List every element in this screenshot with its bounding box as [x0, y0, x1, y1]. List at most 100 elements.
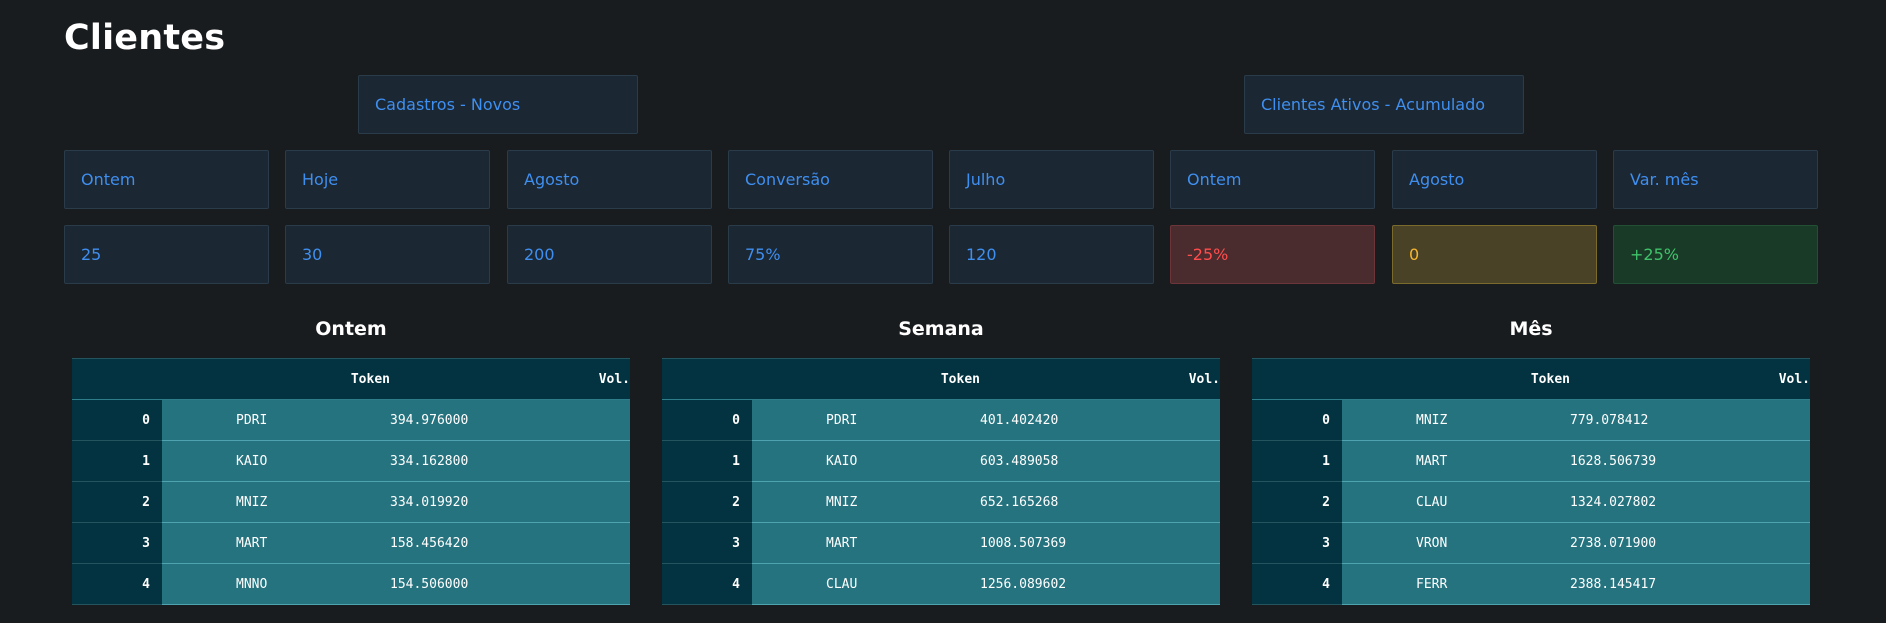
row-vol: 394.976000: [390, 399, 630, 441]
row-token: MNIZ: [1342, 399, 1570, 441]
row-token: VRON: [1342, 522, 1570, 564]
table-row: 3 VRON 2738.071900: [1252, 522, 1810, 564]
header-token: Token: [1342, 358, 1570, 400]
table-row: 2 MNIZ 652.165268: [662, 481, 1220, 523]
row-token: MART: [162, 522, 390, 564]
row-index: 2: [72, 481, 162, 523]
row-vol: 1324.027802: [1570, 481, 1810, 523]
table-row: 3 MART 1008.507369: [662, 522, 1220, 564]
metric-value-ativos-agosto: 0: [1392, 225, 1597, 284]
table-row: 0 PDRI 394.976000: [72, 399, 630, 441]
row-index: 3: [1252, 522, 1342, 564]
table-row: 0 MNIZ 779.078412: [1252, 399, 1810, 441]
volume-table-mes: Token Vol. 0 MNIZ 779.078412 1 MART 1628.506…: [1252, 358, 1810, 605]
table-block-mes: Mês Token Vol. 0 MNIZ 779.078412 1 MART 1628…: [1252, 314, 1810, 605]
header-index: [662, 358, 752, 400]
metric-value-julho: 120: [949, 225, 1154, 284]
row-vol: 154.506000: [390, 563, 630, 605]
row-token: CLAU: [1342, 481, 1570, 523]
row-index: 4: [72, 563, 162, 605]
row-index: 2: [662, 481, 752, 523]
table-block-ontem: Ontem Token Vol. 0 PDRI 394.976000 1 KAIO 33…: [72, 314, 630, 605]
row-token: FERR: [1342, 563, 1570, 605]
metric-label-conversao: Conversão: [728, 150, 933, 209]
row-vol: 334.019920: [390, 481, 630, 523]
table-row: 4 FERR 2388.145417: [1252, 563, 1810, 605]
row-index: 2: [1252, 481, 1342, 523]
row-token: KAIO: [752, 440, 980, 482]
row-token: MNNO: [162, 563, 390, 605]
row-vol: 1628.506739: [1570, 440, 1810, 482]
table-row: 2 MNIZ 334.019920: [72, 481, 630, 523]
volume-table-ontem: Token Vol. 0 PDRI 394.976000 1 KAIO 334.1628…: [72, 358, 630, 605]
metric-value-hoje: 30: [285, 225, 490, 284]
row-vol: 603.489058: [980, 440, 1220, 482]
table-row: 1 MART 1628.506739: [1252, 440, 1810, 482]
section-header-ativos: Clientes Ativos - Acumulado: [1244, 75, 1524, 134]
metric-value-var-mes: +25%: [1613, 225, 1818, 284]
table-row: 2 CLAU 1324.027802: [1252, 481, 1810, 523]
row-token: PDRI: [162, 399, 390, 441]
row-vol: 2388.145417: [1570, 563, 1810, 605]
row-index: 0: [662, 399, 752, 441]
table-header-row: Token Vol.: [1252, 358, 1810, 400]
row-index: 0: [1252, 399, 1342, 441]
header-index: [72, 358, 162, 400]
row-token: MNIZ: [752, 481, 980, 523]
header-vol: Vol.: [1570, 358, 1810, 400]
row-token: CLAU: [752, 563, 980, 605]
table-row: 3 MART 158.456420: [72, 522, 630, 564]
row-token: MNIZ: [162, 481, 390, 523]
row-index: 3: [662, 522, 752, 564]
row-index: 0: [72, 399, 162, 441]
metric-value-ativos-ontem: -25%: [1170, 225, 1375, 284]
table-title: Ontem: [315, 318, 387, 340]
metric-label-ontem: Ontem: [64, 150, 269, 209]
row-vol: 779.078412: [1570, 399, 1810, 441]
table-row: 4 MNNO 154.506000: [72, 563, 630, 605]
table-header-row: Token Vol.: [72, 358, 630, 400]
row-token: KAIO: [162, 440, 390, 482]
row-index: 1: [1252, 440, 1342, 482]
table-header-row: Token Vol.: [662, 358, 1220, 400]
table-row: 1 KAIO 603.489058: [662, 440, 1220, 482]
metric-label-ativos-ontem: Ontem: [1170, 150, 1375, 209]
metric-label-var-mes: Var. mês: [1613, 150, 1818, 209]
row-index: 1: [72, 440, 162, 482]
metric-value-conversao: 75%: [728, 225, 933, 284]
header-index: [1252, 358, 1342, 400]
metric-value-ontem: 25: [64, 225, 269, 284]
row-vol: 158.456420: [390, 522, 630, 564]
section-header-cadastros: Cadastros - Novos: [358, 75, 638, 134]
header-vol: Vol.: [980, 358, 1220, 400]
row-vol: 401.402420: [980, 399, 1220, 441]
metric-label-hoje: Hoje: [285, 150, 490, 209]
table-row: 0 PDRI 401.402420: [662, 399, 1220, 441]
volume-table-semana: Token Vol. 0 PDRI 401.402420 1 KAIO 603.4890…: [662, 358, 1220, 605]
row-index: 4: [662, 563, 752, 605]
header-vol: Vol.: [390, 358, 630, 400]
header-token: Token: [162, 358, 390, 400]
table-block-semana: Semana Token Vol. 0 PDRI 401.402420 1 KAIO 6…: [662, 314, 1220, 605]
row-vol: 1008.507369: [980, 522, 1220, 564]
row-token: MART: [752, 522, 980, 564]
row-vol: 2738.071900: [1570, 522, 1810, 564]
row-token: MART: [1342, 440, 1570, 482]
page-title: Clientes: [64, 18, 226, 58]
table-row: 4 CLAU 1256.089602: [662, 563, 1220, 605]
row-vol: 1256.089602: [980, 563, 1220, 605]
metric-label-ativos-agosto: Agosto: [1392, 150, 1597, 209]
row-index: 1: [662, 440, 752, 482]
dashboard-page: Clientes Cadastros - Novos Clientes Ativ…: [0, 0, 1886, 623]
table-title: Mês: [1509, 318, 1553, 340]
table-row: 1 KAIO 334.162800: [72, 440, 630, 482]
row-index: 4: [1252, 563, 1342, 605]
table-title: Semana: [898, 318, 984, 340]
metric-label-julho: Julho: [949, 150, 1154, 209]
header-token: Token: [752, 358, 980, 400]
row-vol: 334.162800: [390, 440, 630, 482]
row-vol: 652.165268: [980, 481, 1220, 523]
metric-value-agosto: 200: [507, 225, 712, 284]
row-token: PDRI: [752, 399, 980, 441]
metric-label-agosto: Agosto: [507, 150, 712, 209]
